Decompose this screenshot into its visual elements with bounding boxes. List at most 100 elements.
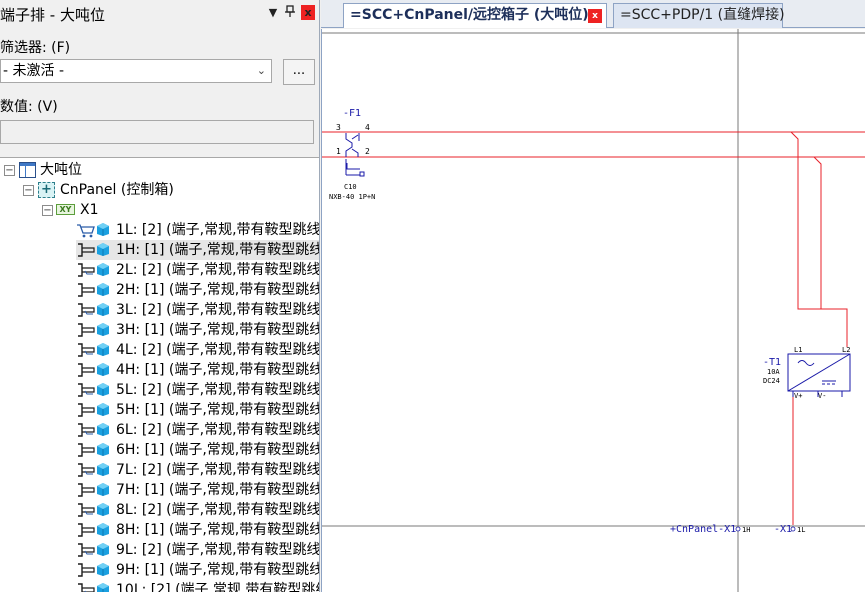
tree-node-terminal[interactable]: 1L: [2] (端子,常规,带有鞍型跳线 xyxy=(76,220,319,240)
filter-select[interactable]: - 未激活 - ⌄ xyxy=(0,59,272,83)
panel-titlebar: 端子排 - 大吨位 ▼ x xyxy=(0,0,319,27)
tree-node-root[interactable]: − 大吨位 xyxy=(0,160,318,180)
terminal-cube-icon xyxy=(96,222,110,237)
tree-node-label: 3L: [2] (端子,常规,带有鞍型跳线 xyxy=(116,302,319,318)
breaker-symbol xyxy=(345,133,365,177)
terminal-cube-icon xyxy=(96,302,110,317)
tree-node-label: 6H: [1] (端子,常规,带有鞍型跳线 xyxy=(116,442,319,458)
terminal-cube-icon xyxy=(96,462,110,477)
wire-l1 xyxy=(790,131,848,347)
breaker-tag: -F1 xyxy=(343,108,361,119)
tab-pdp[interactable]: =SCC+PDP/1 (直缝焊接) xyxy=(613,3,785,28)
chevron-down-icon: ⌄ xyxy=(256,64,266,77)
value-input[interactable] xyxy=(0,120,314,144)
tree-node-label: CnPanel (控制箱) xyxy=(60,182,174,198)
terminal-cube-icon xyxy=(96,322,110,337)
tree-node-terminal[interactable]: 6H: [1] (端子,常规,带有鞍型跳线 xyxy=(76,440,319,460)
tree-node-terminal[interactable]: 1H: [1] (端子,常规,带有鞍型跳线 xyxy=(76,240,319,260)
terminal-cube-icon xyxy=(96,382,110,397)
cart-terminal-icon xyxy=(76,222,96,238)
terminal-tree[interactable]: − 大吨位 − + CnPanel (控制箱) − XY X1 1L: [2] … xyxy=(0,157,319,592)
tree-node-label: 8H: [1] (端子,常规,带有鞍型跳线 xyxy=(116,522,319,538)
collapse-icon[interactable]: − xyxy=(4,165,15,176)
tree-node-label: 3H: [1] (端子,常规,带有鞍型跳线 xyxy=(116,322,319,338)
panel-close-button[interactable]: x xyxy=(301,5,315,20)
cabinet-icon: + xyxy=(38,182,55,198)
terminal-strip-icon: XY xyxy=(56,204,75,215)
tree-node-label: 4L: [2] (端子,常规,带有鞍型跳线 xyxy=(116,342,319,358)
terminal-cube-icon xyxy=(96,502,110,517)
tree-node-label: 2L: [2] (端子,常规,带有鞍型跳线 xyxy=(116,262,319,278)
terminal-bracket-icon xyxy=(76,242,96,258)
power-supply-pin-l2: L2 xyxy=(842,346,850,354)
terminal-bracket-icon xyxy=(76,322,96,338)
cart-terminal-icon xyxy=(76,262,96,278)
collapse-icon[interactable]: − xyxy=(42,205,53,216)
tree-node-terminal[interactable]: 8L: [2] (端子,常规,带有鞍型跳线 xyxy=(76,500,319,520)
terminal-bracket-icon xyxy=(76,282,96,298)
terminal-cube-icon xyxy=(96,242,110,257)
breaker-pin-4: 4 xyxy=(365,123,370,132)
pin-icon[interactable] xyxy=(283,5,297,20)
power-supply-tag: -T1 xyxy=(763,357,781,368)
terminal-ref-1[interactable]: +CnPanel-X1 xyxy=(670,524,736,535)
tree-node-terminal[interactable]: 9H: [1] (端子,常规,带有鞍型跳线 xyxy=(76,560,319,580)
tree-node-terminal[interactable]: 6L: [2] (端子,常规,带有鞍型跳线 xyxy=(76,420,319,440)
terminal-cube-icon xyxy=(96,362,110,377)
terminal-cube-icon xyxy=(96,442,110,457)
terminal-node-icon xyxy=(790,526,796,532)
cart-terminal-icon xyxy=(76,422,96,438)
tree-node-strip[interactable]: − XY X1 xyxy=(0,200,318,220)
tree-node-terminal[interactable]: 3L: [2] (端子,常规,带有鞍型跳线 xyxy=(76,300,319,320)
tree-node-label: 8L: [2] (端子,常规,带有鞍型跳线 xyxy=(116,502,319,518)
tree-node-terminal[interactable]: 10L: [2] (端子,常规,带有鞍型跳线 xyxy=(76,580,319,592)
tree-node-terminal[interactable]: 7L: [2] (端子,常规,带有鞍型跳线 xyxy=(76,460,319,480)
breaker-f1[interactable]: -F1 3 4 1 2 C10 NXB-40 1P+N xyxy=(329,108,375,201)
value-label: 数值: (V) xyxy=(0,99,58,115)
tree-node-label: 9L: [2] (端子,常规,带有鞍型跳线 xyxy=(116,542,319,558)
power-supply-symbol xyxy=(787,353,851,397)
cart-terminal-icon xyxy=(76,462,96,478)
cart-terminal-icon xyxy=(76,542,96,558)
tab-cnpanel[interactable]: =SCC+CnPanel/远控箱子 (大吨位) x xyxy=(343,3,607,28)
terminal-ref-2[interactable]: -X1 xyxy=(774,524,792,535)
power-supply-pin-vplus: V+ xyxy=(794,392,802,400)
cart-terminal-icon xyxy=(76,302,96,318)
tab-label: =SCC+PDP/1 (直缝焊接) xyxy=(620,7,785,23)
wires xyxy=(322,131,865,525)
tree-node-terminal[interactable]: 4H: [1] (端子,常规,带有鞍型跳线 xyxy=(76,360,319,380)
terminal-cube-icon xyxy=(96,482,110,497)
power-supply-t1[interactable]: -T1 10A DC24 L1 L2 V+ V- xyxy=(763,346,851,400)
tree-node-label: 7L: [2] (端子,常规,带有鞍型跳线 xyxy=(116,462,319,478)
breaker-rating: C10 xyxy=(344,183,357,191)
terminal-ref-2-pin: 1L xyxy=(797,526,805,534)
collapse-icon[interactable]: − xyxy=(23,185,34,196)
tree-node-label: 5H: [1] (端子,常规,带有鞍型跳线 xyxy=(116,402,319,418)
tree-node-terminal[interactable]: 2L: [2] (端子,常规,带有鞍型跳线 xyxy=(76,260,319,280)
schematic-drawing: -F1 3 4 1 2 C10 NXB-40 1P+N -T1 10A DC24 xyxy=(322,29,865,592)
filter-label: 筛选器: (F) xyxy=(0,40,71,56)
cart-terminal-icon xyxy=(76,582,96,592)
tree-node-terminal[interactable]: 5H: [1] (端子,常规,带有鞍型跳线 xyxy=(76,400,319,420)
tree-node-label: 大吨位 xyxy=(40,162,82,178)
power-supply-current: 10A xyxy=(767,368,780,376)
panel-menu-button[interactable]: ▼ xyxy=(266,5,280,20)
tree-node-terminal[interactable]: 3H: [1] (端子,常规,带有鞍型跳线 xyxy=(76,320,319,340)
terminal-cube-icon xyxy=(96,402,110,417)
tree-node-terminal[interactable]: 4L: [2] (端子,常规,带有鞍型跳线 xyxy=(76,340,319,360)
tree-node-cabinet[interactable]: − + CnPanel (控制箱) xyxy=(0,180,318,200)
tree-node-terminal[interactable]: 8H: [1] (端子,常规,带有鞍型跳线 xyxy=(76,520,319,540)
tree-node-label: 4H: [1] (端子,常规,带有鞍型跳线 xyxy=(116,362,319,378)
schematic-canvas[interactable]: -F1 3 4 1 2 C10 NXB-40 1P+N -T1 10A DC24 xyxy=(321,29,865,592)
tree-node-terminal[interactable]: 7H: [1] (端子,常规,带有鞍型跳线 xyxy=(76,480,319,500)
terminal-bracket-icon xyxy=(76,482,96,498)
terminal-strip-panel: 端子排 - 大吨位 ▼ x 筛选器: (F) - 未激活 - ⌄ ... 数值:… xyxy=(0,0,320,592)
filter-more-button[interactable]: ... xyxy=(283,59,315,85)
tab-close-button[interactable]: x xyxy=(588,9,602,23)
tree-node-terminal[interactable]: 5L: [2] (端子,常规,带有鞍型跳线 xyxy=(76,380,319,400)
terminal-cube-icon xyxy=(96,542,110,557)
terminal-cube-icon xyxy=(96,562,110,577)
tree-node-label: 5L: [2] (端子,常规,带有鞍型跳线 xyxy=(116,382,319,398)
tree-node-terminal[interactable]: 9L: [2] (端子,常规,带有鞍型跳线 xyxy=(76,540,319,560)
tree-node-terminal[interactable]: 2H: [1] (端子,常规,带有鞍型跳线 xyxy=(76,280,319,300)
